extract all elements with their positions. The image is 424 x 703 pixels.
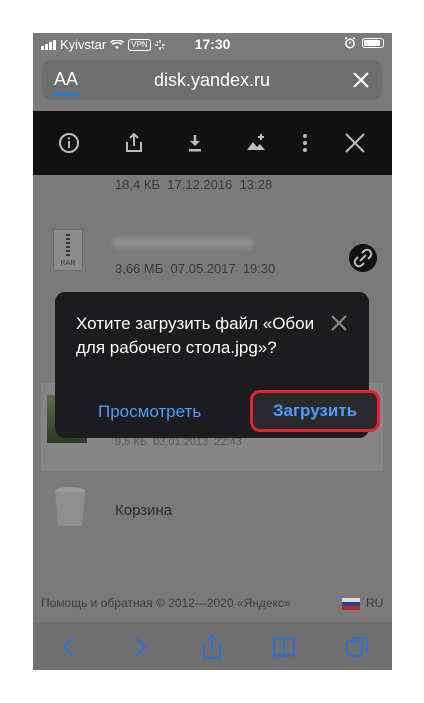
trash-icon bbox=[55, 487, 85, 526]
footer-links: Помощь и обратная © 2012—2020 «Яндекс» bbox=[41, 596, 291, 610]
tabs-icon[interactable] bbox=[344, 634, 370, 660]
download-button[interactable]: Загрузить bbox=[250, 390, 380, 432]
phone-screen: Kyivstar VPN 17:30 AA disk.yandex.ru 18,… bbox=[33, 33, 392, 670]
add-image-icon[interactable] bbox=[244, 131, 268, 155]
rar-label: RAR bbox=[60, 260, 76, 267]
file-meta-2: 3,66 МБ 07.05.2017 19:30 bbox=[115, 261, 276, 276]
blurred-file-name bbox=[113, 237, 253, 249]
url-text[interactable]: disk.yandex.ru bbox=[42, 70, 382, 91]
status-right bbox=[344, 37, 384, 49]
dialog-close-icon[interactable] bbox=[330, 314, 348, 332]
clock: 17:30 bbox=[194, 36, 231, 52]
russian-flag-icon[interactable] bbox=[342, 598, 360, 610]
copyright: © 2012—2020 «Яндекс» bbox=[156, 596, 291, 610]
back-icon[interactable] bbox=[56, 634, 82, 660]
share-icon[interactable] bbox=[122, 131, 146, 155]
close-viewer-icon[interactable] bbox=[343, 131, 367, 155]
rar-file-icon: RAR bbox=[53, 229, 83, 271]
status-bar: Kyivstar VPN 17:30 bbox=[33, 33, 392, 55]
battery-icon bbox=[362, 38, 384, 48]
browser-bottom-bar bbox=[33, 622, 392, 670]
bookmarks-icon[interactable] bbox=[271, 634, 297, 660]
dialog-message: Хотите загрузить файл «Обои для рабочего… bbox=[76, 314, 315, 357]
viewer-toolbar bbox=[33, 111, 392, 175]
language-selector[interactable]: RU bbox=[366, 596, 383, 610]
loading-progress-bar bbox=[53, 93, 79, 96]
more-icon[interactable] bbox=[293, 131, 317, 155]
trash-label[interactable]: Корзина bbox=[115, 502, 172, 519]
address-bar[interactable]: AA disk.yandex.ru bbox=[42, 60, 382, 100]
alarm-icon bbox=[344, 37, 356, 49]
forward-icon[interactable] bbox=[127, 634, 153, 660]
download-icon[interactable] bbox=[183, 131, 207, 155]
download-dialog: Хотите загрузить файл «Обои для рабочего… bbox=[55, 292, 380, 438]
help-link[interactable]: Помощь и обратная bbox=[41, 596, 153, 610]
info-icon[interactable] bbox=[57, 131, 81, 155]
share-page-icon[interactable] bbox=[199, 634, 225, 660]
close-icon[interactable] bbox=[350, 69, 372, 91]
link-icon[interactable] bbox=[349, 244, 377, 272]
file-meta-1: 18,4 КБ 17.12.2016 13:28 bbox=[115, 177, 273, 192]
view-button[interactable]: Просмотреть bbox=[98, 402, 201, 422]
